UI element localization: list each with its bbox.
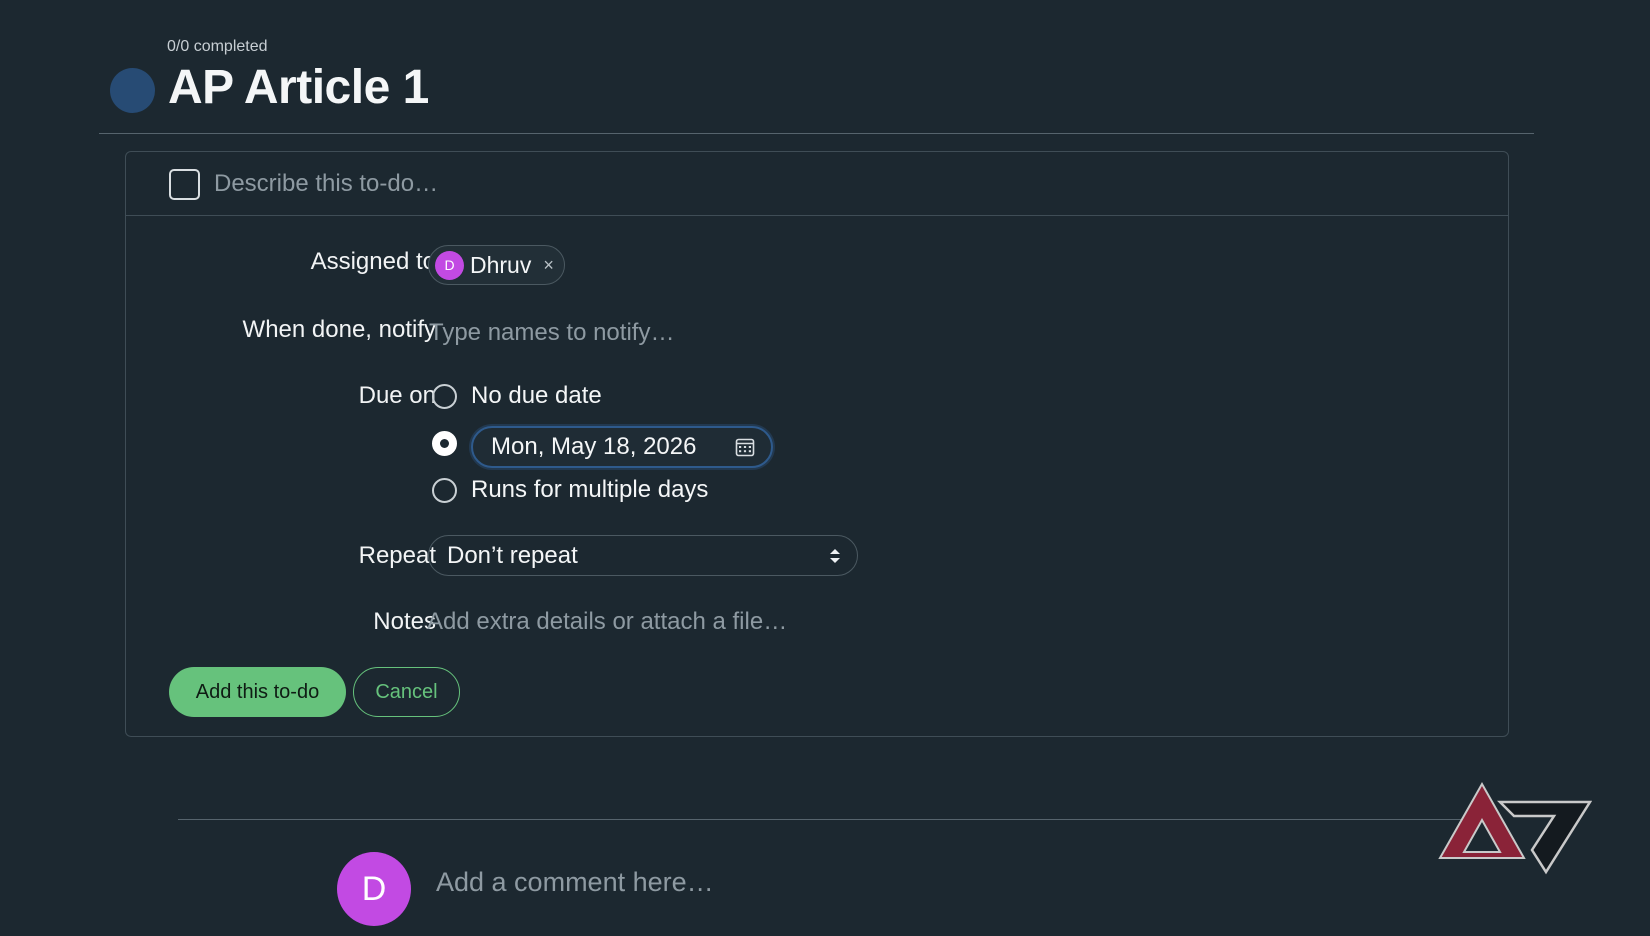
page-title: AP Article 1 — [168, 61, 429, 114]
calendar-icon[interactable] — [735, 437, 755, 457]
progress-label: 0/0 completed — [167, 38, 268, 55]
new-todo-form: Assigned to D Dhruv × When done, notify … — [125, 151, 1509, 737]
assignee-avatar: D — [435, 250, 464, 280]
add-todo-button[interactable]: Add this to-do — [169, 667, 346, 717]
assigned-to-label: Assigned to — [310, 248, 436, 275]
cancel-button[interactable]: Cancel — [353, 667, 460, 717]
list-color-dot — [110, 68, 155, 113]
multiple-days-label: Runs for multiple days — [471, 476, 709, 503]
radio-due-date[interactable] — [432, 431, 457, 456]
todo-checkbox[interactable] — [169, 169, 200, 200]
android-police-logo — [1438, 781, 1592, 875]
repeat-select[interactable]: Don’t repeat — [428, 535, 858, 576]
chevron-up-down-icon — [830, 549, 840, 563]
todo-description-input[interactable] — [214, 164, 1414, 204]
notify-label: When done, notify — [242, 316, 436, 343]
header-divider — [99, 133, 1534, 134]
radio-no-due-date[interactable] — [432, 384, 457, 409]
notify-input[interactable] — [429, 315, 1129, 351]
notes-input[interactable] — [427, 604, 1327, 640]
comment-divider — [178, 819, 1478, 820]
repeat-label: Repeat — [358, 542, 436, 569]
repeat-value: Don’t repeat — [447, 541, 578, 569]
assignee-name: Dhruv — [470, 251, 532, 278]
due-date-field[interactable]: Mon, May 18, 2026 — [471, 426, 773, 468]
due-date-value: Mon, May 18, 2026 — [491, 433, 697, 460]
no-due-date-label: No due date — [471, 382, 602, 409]
assignee-chip[interactable]: D Dhruv × — [428, 245, 565, 285]
comment-input[interactable] — [436, 861, 1336, 903]
remove-assignee-icon[interactable]: × — [543, 255, 554, 276]
todo-description-row — [126, 152, 1508, 216]
radio-multiple-days[interactable] — [432, 478, 457, 503]
comment-avatar: D — [337, 852, 411, 926]
todo-editor-page: 0/0 completed AP Article 1 Assigned to D… — [0, 0, 1650, 936]
due-on-label: Due on — [358, 382, 436, 409]
